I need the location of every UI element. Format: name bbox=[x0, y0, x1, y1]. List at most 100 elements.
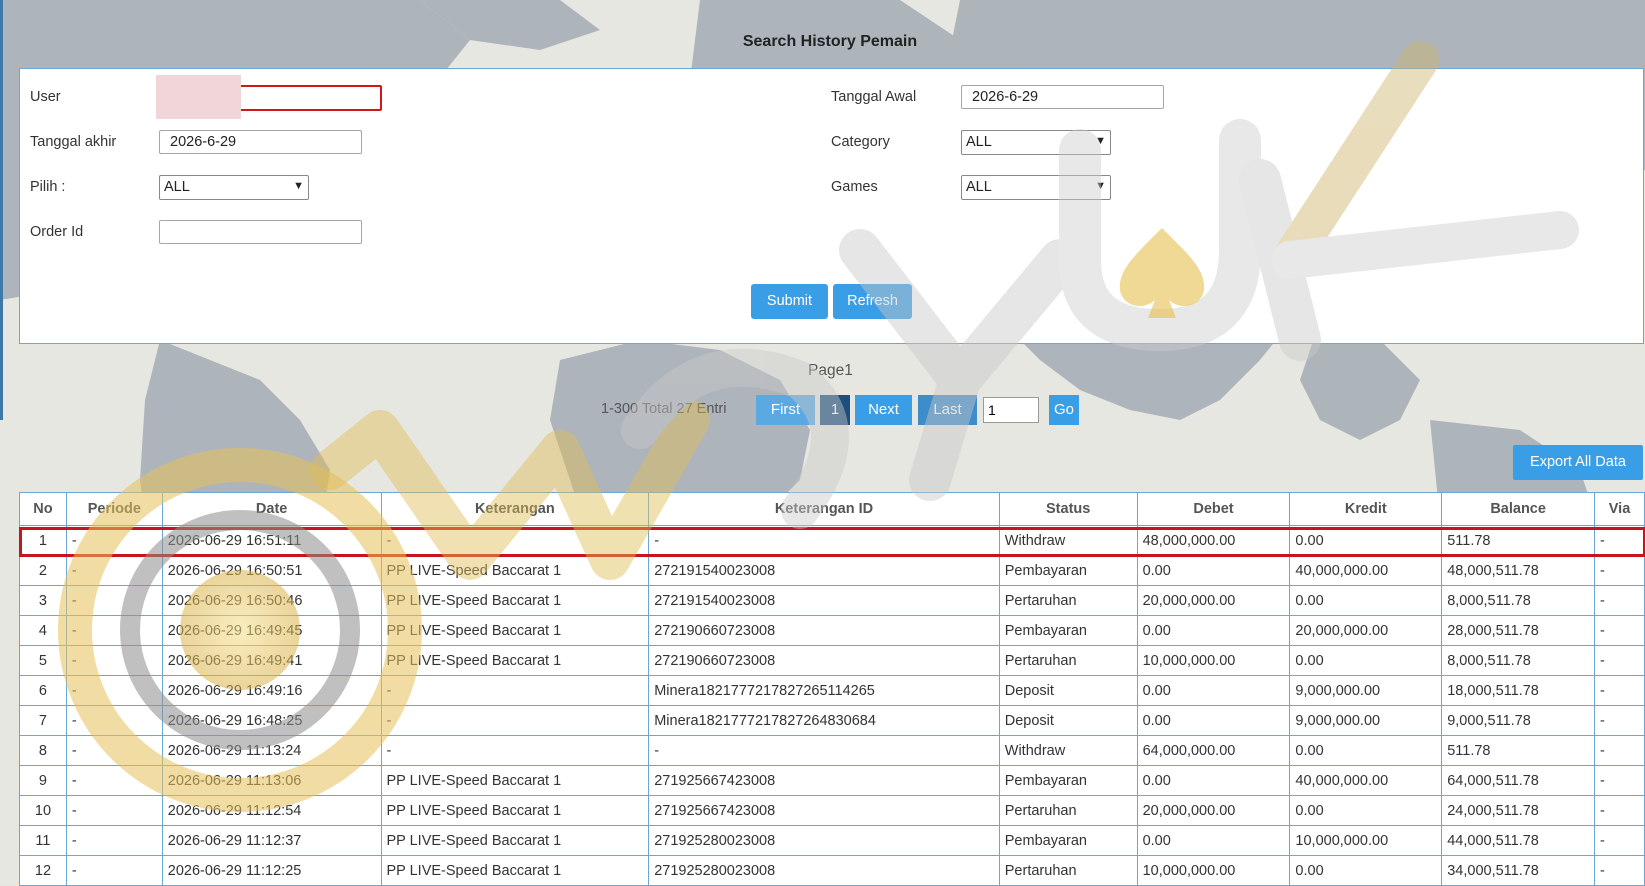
cell-kredit: 40,000,000.00 bbox=[1289, 555, 1443, 586]
cell-via: - bbox=[1594, 825, 1645, 856]
cell-status: Pertaruhan bbox=[998, 645, 1138, 676]
table-row: 12-2026-06-29 11:12:25 PP LIVE-Speed Bacc… bbox=[19, 855, 1645, 886]
cell-kredit: 0.00 bbox=[1289, 735, 1443, 766]
refresh-button[interactable]: Refresh bbox=[833, 284, 912, 319]
user-value-blur bbox=[156, 75, 241, 119]
cell-date: 2026-06-29 11:12:25 bbox=[161, 855, 382, 886]
tanggal-akhir-label: Tanggal akhir bbox=[30, 134, 117, 150]
cell-status: Deposit bbox=[998, 675, 1138, 706]
table-row: 10-2026-06-29 11:12:54 PP LIVE-Speed Bacc… bbox=[19, 795, 1645, 826]
last-page-button[interactable]: Last bbox=[918, 395, 977, 425]
cell-keterangan-id: Minera182177721782726483068​4 bbox=[648, 705, 1000, 736]
cell-periode: - bbox=[65, 585, 163, 616]
page-title: Search History Pemain bbox=[742, 33, 918, 50]
cell-keterangan-id[interactable]: 272190660723008 bbox=[648, 615, 1000, 646]
cell-keterangan-id: - bbox=[648, 525, 1000, 556]
cell-status: Pembayaran bbox=[998, 765, 1138, 796]
table-row: 4-2026-06-29 16:49:45 PP LIVE-Speed Bacca… bbox=[19, 615, 1645, 646]
cell-keterangan-id: Minera182177721782726511426​5 bbox=[648, 675, 1000, 706]
col-header-debet[interactable]: Debet bbox=[1136, 492, 1291, 526]
cell-debet: 64,000,000.00 bbox=[1136, 735, 1291, 766]
go-button[interactable]: Go bbox=[1049, 395, 1079, 425]
col-header-via[interactable]: Via bbox=[1594, 492, 1645, 526]
cell-no: 12 bbox=[19, 855, 67, 886]
table-row: 11-2026-06-29 11:12:37 PP LIVE-Speed Bacc… bbox=[19, 825, 1645, 856]
cell-keterangan-id[interactable]: 271925667423008 bbox=[648, 795, 1000, 826]
cell-keterangan: - bbox=[380, 705, 650, 736]
cell-no: 9 bbox=[19, 765, 67, 796]
cell-keterangan-id[interactable]: 272191540023008 bbox=[648, 585, 1000, 616]
search-form-panel: User Tanggal Awal Tanggal akhir Category… bbox=[19, 68, 1644, 344]
cell-debet: 0.00 bbox=[1136, 825, 1291, 856]
cell-no: 11 bbox=[19, 825, 67, 856]
table-row: 9-2026-06-29 11:13:06 PP LIVE-Speed Bacca… bbox=[19, 765, 1645, 796]
cell-periode: - bbox=[65, 525, 163, 556]
cell-status: Withdraw bbox=[998, 735, 1138, 766]
goto-page-input[interactable] bbox=[983, 397, 1039, 423]
order-id-label: Order Id bbox=[30, 224, 84, 240]
cell-balance: 24,000,511.78 bbox=[1441, 795, 1596, 826]
chevron-down-icon: ▼ bbox=[293, 180, 304, 192]
cell-debet: 10,000,000.00 bbox=[1136, 855, 1291, 886]
current-page-button[interactable]: 1 bbox=[820, 395, 850, 425]
cell-debet: 20,000,000.00 bbox=[1136, 585, 1291, 616]
cell-no: 3 bbox=[19, 585, 67, 616]
cell-keterangan-id[interactable]: 271925667423008 bbox=[648, 765, 1000, 796]
cell-keterangan-id[interactable]: 271925280023008 bbox=[648, 825, 1000, 856]
cell-keterangan: PP LIVE-Speed Baccarat 1 bbox=[380, 795, 650, 826]
col-header-date[interactable]: Date bbox=[161, 492, 382, 526]
cell-balance: 18,000,511.78 bbox=[1441, 675, 1596, 706]
col-header-periode[interactable]: Periode bbox=[65, 492, 163, 526]
tanggal-akhir-input[interactable] bbox=[159, 130, 362, 154]
cell-keterangan-id[interactable]: 272190660723008 bbox=[648, 645, 1000, 676]
cell-keterangan: PP LIVE-Speed Baccarat 1 bbox=[380, 585, 650, 616]
col-header-keterangan[interactable]: Keterangan bbox=[380, 492, 650, 526]
cell-via: - bbox=[1594, 855, 1645, 886]
cell-via: - bbox=[1594, 735, 1645, 766]
games-select[interactable]: ALL ▼ bbox=[961, 175, 1111, 200]
cell-periode: - bbox=[65, 825, 163, 856]
cell-status: Pertaruhan bbox=[998, 855, 1138, 886]
cell-keterangan-id[interactable]: 271925280023008 bbox=[648, 855, 1000, 886]
col-header-balance[interactable]: Balance bbox=[1441, 492, 1596, 526]
cell-no: 10 bbox=[19, 795, 67, 826]
user-label: User bbox=[30, 89, 61, 105]
cell-via: - bbox=[1594, 585, 1645, 616]
cell-periode: - bbox=[65, 765, 163, 796]
col-header-keterangan-id[interactable]: Keterangan ID bbox=[648, 492, 1000, 526]
col-header-no[interactable]: No bbox=[19, 492, 67, 526]
submit-button[interactable]: Submit bbox=[751, 284, 828, 319]
table-row: 7-2026-06-29 16:48:25- Minera182177721782… bbox=[19, 705, 1645, 736]
cell-keterangan: - bbox=[380, 735, 650, 766]
order-id-input[interactable] bbox=[159, 220, 362, 244]
col-header-kredit[interactable]: Kredit bbox=[1289, 492, 1443, 526]
cell-no: 4 bbox=[19, 615, 67, 646]
cell-periode: - bbox=[65, 705, 163, 736]
cell-via: - bbox=[1594, 765, 1645, 796]
cell-kredit: 0.00 bbox=[1289, 585, 1443, 616]
col-header-status[interactable]: Status bbox=[998, 492, 1138, 526]
cell-periode: - bbox=[65, 855, 163, 886]
first-page-button[interactable]: First bbox=[756, 395, 815, 425]
cell-balance: 64,000,511.78 bbox=[1441, 765, 1596, 796]
table-row: 6-2026-06-29 16:49:16- Minera182177721782… bbox=[19, 675, 1645, 706]
cell-date: 2026-06-29 11:13:24 bbox=[161, 735, 382, 766]
export-all-data-button[interactable]: Export All Data bbox=[1513, 445, 1643, 480]
next-page-button[interactable]: Next bbox=[855, 395, 912, 425]
cell-periode: - bbox=[65, 735, 163, 766]
cell-balance: 511.78 bbox=[1441, 525, 1596, 556]
category-select[interactable]: ALL ▼ bbox=[961, 130, 1111, 155]
cell-date: 2026-06-29 16:49:45 bbox=[161, 615, 382, 646]
cell-periode: - bbox=[65, 675, 163, 706]
tanggal-awal-input[interactable] bbox=[961, 85, 1164, 109]
category-label: Category bbox=[831, 134, 890, 150]
cell-date: 2026-06-29 16:49:41 bbox=[161, 645, 382, 676]
cell-kredit: 20,000,000.00 bbox=[1289, 615, 1443, 646]
cell-via: - bbox=[1594, 675, 1645, 706]
cell-balance: 34,000,511.78 bbox=[1441, 855, 1596, 886]
cell-keterangan: - bbox=[380, 525, 650, 556]
pilih-select[interactable]: ALL ▼ bbox=[159, 175, 309, 200]
cell-keterangan-id[interactable]: 272191540023008 bbox=[648, 555, 1000, 586]
cell-date: 2026-06-29 16:48:25 bbox=[161, 705, 382, 736]
cell-balance: 28,000,511.78 bbox=[1441, 615, 1596, 646]
